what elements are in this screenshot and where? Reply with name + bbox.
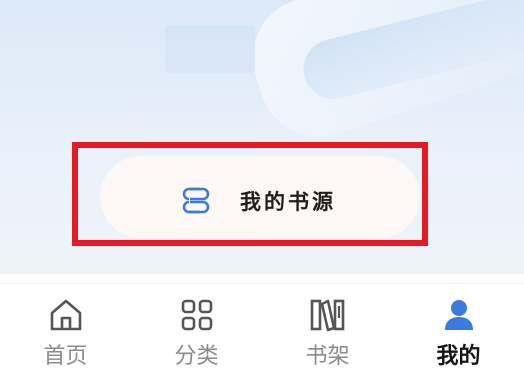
book-source-icon [180,187,212,215]
my-book-source-label: 我的书源 [240,190,336,214]
bottom-tab-bar: 首页 分类 书架 我的 [0,284,524,373]
tab-profile-label: 我的 [436,344,481,369]
tab-category-label: 分类 [174,344,219,369]
tab-home[interactable]: 首页 [0,284,131,373]
background-block [165,25,255,73]
home-icon [49,298,83,336]
tab-category[interactable]: 分类 [131,284,262,373]
profile-icon [442,298,476,336]
tab-bookshelf-label: 书架 [305,344,350,369]
my-book-source-button[interactable]: 我的书源 [100,156,420,238]
bookshelf-icon [310,298,346,336]
tab-profile[interactable]: 我的 [393,284,524,373]
tab-home-label: 首页 [43,344,88,369]
tab-bookshelf[interactable]: 书架 [262,284,393,373]
grid-icon [180,298,214,336]
